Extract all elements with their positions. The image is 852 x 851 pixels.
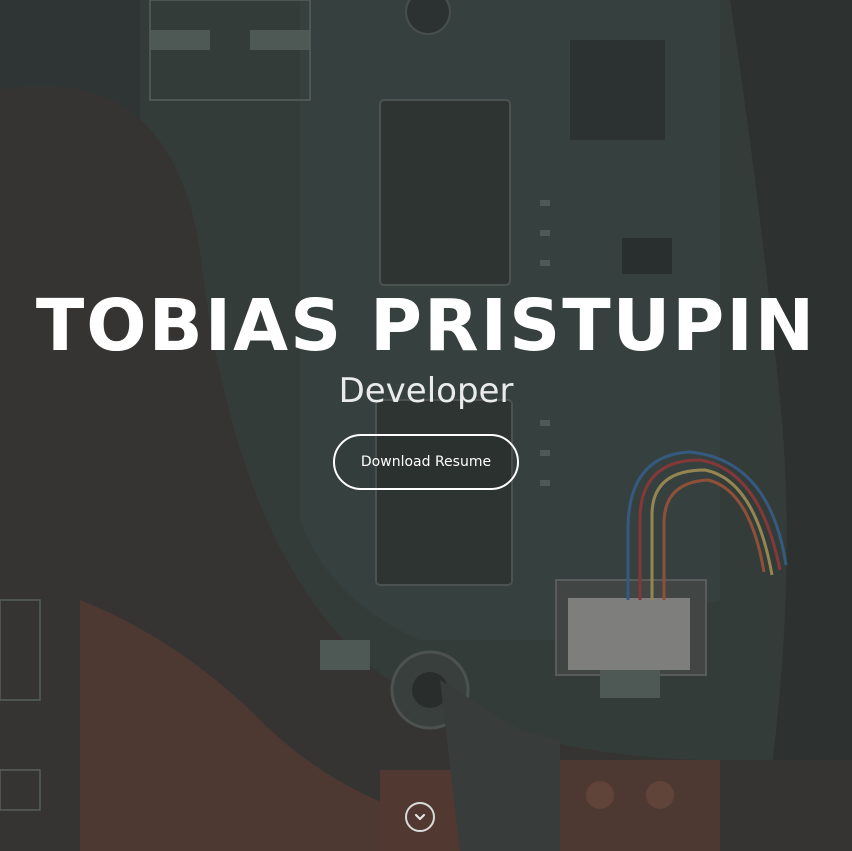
hero-content: TOBIAS PRISTUPIN Developer Download Resu… [0, 283, 852, 490]
scroll-down-button[interactable] [405, 802, 435, 832]
download-resume-button[interactable]: Download Resume [333, 434, 519, 490]
hero-name: TOBIAS PRISTUPIN [35, 284, 817, 367]
hero-role: Developer [338, 371, 514, 411]
hero-section: TOBIAS PRISTUPIN Developer Download Resu… [0, 0, 852, 851]
chevron-down-icon [414, 813, 426, 821]
